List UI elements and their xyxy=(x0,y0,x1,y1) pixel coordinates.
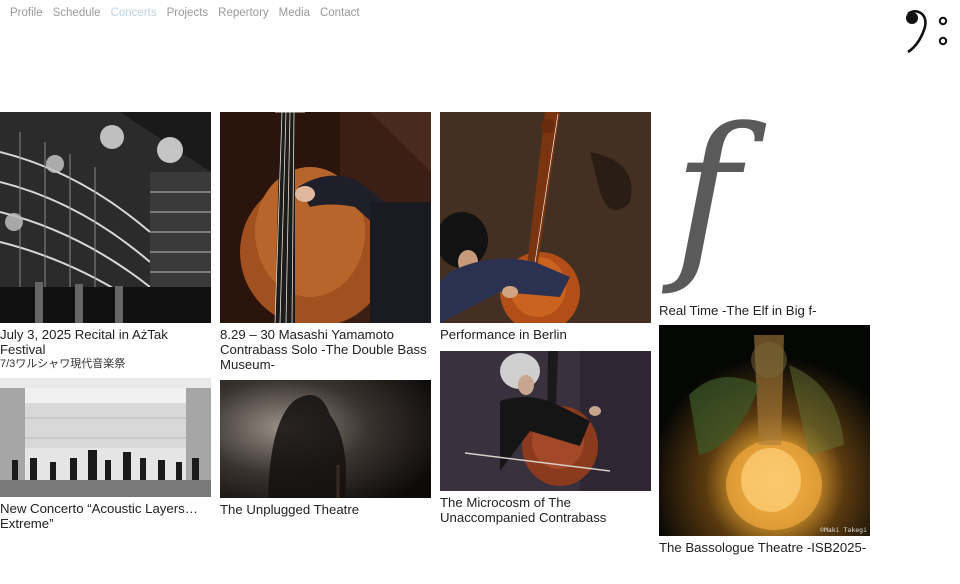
concert-card-berlin[interactable]: Performance in Berlin xyxy=(440,112,651,342)
nav-concerts[interactable]: Concerts xyxy=(111,7,157,19)
elf-forte-graphic[interactable]: f xyxy=(659,112,870,299)
nav-repertory[interactable]: Repertory xyxy=(218,7,269,19)
concert-card-unplugged[interactable]: The Unplugged Theatre xyxy=(220,380,431,517)
concert-card-microcosm[interactable]: The Microcosm of The Unaccompanied Contr… xyxy=(440,351,651,525)
double-bass-museum-photo[interactable] xyxy=(220,112,431,323)
concert-card-bassologue[interactable]: ©Maki Takegi The Bassologue Theatre -ISB… xyxy=(659,325,870,555)
recital-photo[interactable] xyxy=(0,112,211,323)
double-bass-museum-caption: 8.29 – 30 Masashi Yamamoto Contrabass So… xyxy=(220,327,431,372)
concert-card-concerto[interactable]: New Concerto “Acoustic Layers… Extreme” xyxy=(0,378,211,531)
nav-profile[interactable]: Profile xyxy=(10,7,43,19)
double-bass-museum-title[interactable]: 8.29 – 30 Masashi Yamamoto Contrabass So… xyxy=(220,327,431,372)
bass-clef-icon[interactable] xyxy=(900,8,952,56)
berlin-photo[interactable] xyxy=(440,112,651,323)
photo-credit: ©Maki Takegi xyxy=(820,526,867,534)
microcosm-caption: The Microcosm of The Unaccompanied Contr… xyxy=(440,495,651,525)
bassologue-caption: The Bassologue Theatre -ISB2025- xyxy=(659,540,870,555)
recital-subtitle: 7/3ワルシャワ現代音楽祭 xyxy=(0,358,126,370)
concerto-photo[interactable] xyxy=(0,378,211,497)
berlin-title[interactable]: Performance in Berlin xyxy=(440,327,651,342)
concerto-caption: New Concerto “Acoustic Layers… Extreme” xyxy=(0,501,211,531)
bassologue-photo[interactable]: ©Maki Takegi xyxy=(659,325,870,536)
elf-title[interactable]: Real Time -The Elf in Big f- xyxy=(659,303,870,318)
nav-media[interactable]: Media xyxy=(279,7,310,19)
microcosm-title[interactable]: The Microcosm of The Unaccompanied Contr… xyxy=(440,495,651,525)
forte-icon: f xyxy=(673,112,740,299)
unplugged-title[interactable]: The Unplugged Theatre xyxy=(220,502,431,517)
nav-projects[interactable]: Projects xyxy=(167,7,209,19)
recital-caption: July 3, 2025 Recital in AżTak Festival 7… xyxy=(0,327,211,372)
concerto-title[interactable]: New Concerto “Acoustic Layers… Extreme” xyxy=(0,501,211,531)
concert-card-double-bass-museum[interactable]: 8.29 – 30 Masashi Yamamoto Contrabass So… xyxy=(220,112,431,372)
microcosm-photo[interactable] xyxy=(440,351,651,491)
nav-contact[interactable]: Contact xyxy=(320,7,360,19)
unplugged-photo[interactable] xyxy=(220,380,431,498)
unplugged-caption: The Unplugged Theatre xyxy=(220,502,431,517)
concert-card-elf[interactable]: f Real Time -The Elf in Big f- xyxy=(659,112,870,318)
bassologue-title[interactable]: The Bassologue Theatre -ISB2025- xyxy=(659,540,870,555)
elf-caption: Real Time -The Elf in Big f- xyxy=(659,303,870,318)
berlin-caption: Performance in Berlin xyxy=(440,327,651,342)
nav-schedule[interactable]: Schedule xyxy=(53,7,101,19)
recital-title[interactable]: July 3, 2025 Recital in AżTak Festival xyxy=(0,327,211,357)
concert-card-recital[interactable]: July 3, 2025 Recital in AżTak Festival 7… xyxy=(0,112,211,372)
main-nav: Profile Schedule Concerts Projects Reper… xyxy=(10,7,360,19)
